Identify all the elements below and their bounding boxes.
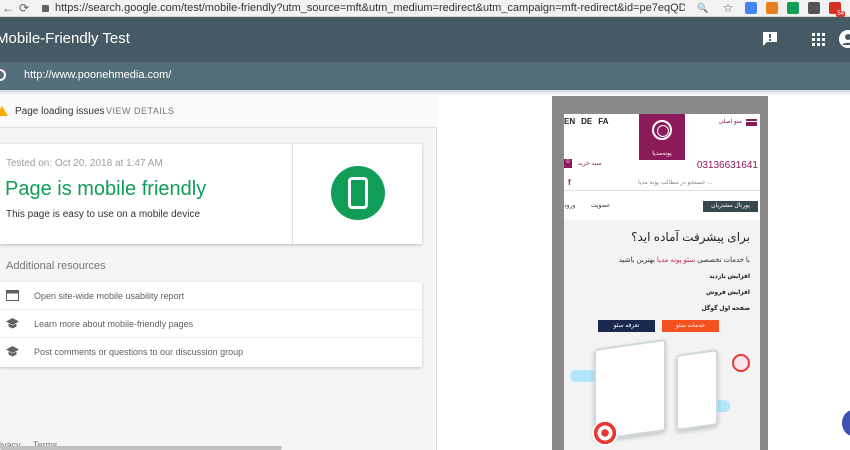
phone-number: 03136631641 (696, 160, 758, 171)
page-loading-issues-row: Page loading issues VIEW DETAILS (0, 96, 437, 128)
logo-text: پونه‌مدیا (652, 151, 672, 157)
additional-resources-title: Additional resources (6, 260, 106, 272)
page-screenshot: EN DE FA منو اصلی پونه‌مدیا 0 سبد خرید 031… (564, 114, 760, 450)
reload-icon[interactable]: ⟳ (16, 1, 32, 15)
facebook-icon: f (568, 178, 571, 187)
issues-label: Page loading issues (15, 106, 105, 117)
school-icon (6, 318, 19, 329)
account-icon[interactable] (838, 29, 850, 49)
tested-url-bar: http://www.poonehmedia.com/ (0, 62, 850, 90)
cart-count: 0 (564, 159, 572, 168)
target-icon (592, 420, 618, 446)
extension-icon[interactable] (766, 2, 778, 14)
report-icon (6, 290, 19, 301)
promo-line: با خدمات تخصصی سئو پونه مدیا بهترین باشی… (619, 256, 750, 264)
page-title: Mobile-Friendly Test (0, 30, 130, 47)
mail-extension-icon[interactable]: 54 (829, 2, 845, 17)
cart-label: سبد خرید (578, 161, 602, 167)
promo-line-post: بهترین باشید (618, 257, 657, 264)
back-arrow-icon[interactable]: ← (0, 1, 16, 15)
result-card: Tested on: Oct 20, 2018 at 1:47 AM Page … (0, 144, 422, 244)
promo-title: برای پیشرفت آماده اید؟ (631, 230, 750, 244)
site-logo: پونه‌مدیا (639, 114, 685, 160)
lang-en[interactable]: EN (564, 117, 575, 126)
seo-services-button: خدمات سئو (662, 320, 719, 332)
resources-list: Open site-wide mobile usability report L… (0, 282, 422, 367)
promo-line-pre: با خدمات تخصصی (695, 257, 750, 264)
promo-line-highlight: سئو پونه مدیا (656, 257, 696, 264)
lock-icon (42, 4, 49, 12)
tested-on-timestamp: Tested on: Oct 20, 2018 at 1:47 AM (6, 158, 163, 169)
login-link: ورود (564, 203, 576, 209)
search-placeholder: جستجو در مطالب پونه مدیا ... (638, 180, 712, 186)
resource-item-learn-more[interactable]: Learn more about mobile-friendly pages (0, 310, 422, 338)
promo-bullet: افزایش فروش (706, 290, 750, 296)
main-menu-label: منو اصلی (718, 119, 742, 125)
phone-illustration (676, 349, 718, 431)
customer-portal-button: پورتال مشتریان (703, 201, 758, 212)
card-divider (292, 144, 293, 244)
promo-bullet: صفحه اول گوگل (701, 306, 750, 312)
site-search: f جستجو در مطالب پونه مدیا ... (564, 174, 760, 191)
globe-icon (0, 69, 6, 81)
zoom-icon[interactable]: 🔍 (695, 3, 711, 14)
school-icon (6, 346, 19, 357)
seo-pricing-button: تعرفه سئو (598, 320, 655, 332)
feedback-icon[interactable] (760, 29, 780, 49)
cloud-illustration (570, 370, 596, 382)
shield-extension-icon[interactable] (787, 2, 799, 14)
resource-item-discussion-group[interactable]: Post comments or questions to our discus… (0, 338, 422, 366)
address-bar[interactable]: https://search.google.com/test/mobile-fr… (55, 2, 685, 14)
view-details-button[interactable]: VIEW DETAILS (106, 106, 174, 116)
hamburger-icon (746, 119, 757, 126)
preview-panel: EN DE FA منو اصلی پونه‌مدیا 0 سبد خرید 031… (437, 96, 850, 450)
resource-label: Post comments or questions to our discus… (34, 347, 244, 357)
resource-label: Learn more about mobile-friendly pages (34, 319, 194, 329)
signup-link: عضویت (591, 203, 611, 209)
horizontal-scrollbar[interactable] (0, 446, 282, 450)
rocket-icon (732, 354, 750, 372)
verdict-heading: Page is mobile friendly (5, 178, 207, 200)
resource-label: Open site-wide mobile usability report (34, 291, 185, 301)
apps-grid-icon[interactable] (808, 29, 828, 49)
warning-icon (0, 106, 8, 116)
translate-extension-icon[interactable] (745, 2, 757, 14)
lang-de[interactable]: DE (581, 117, 592, 126)
phone-icon (348, 177, 368, 209)
verdict-subtitle: This page is easy to use on a mobile dev… (6, 209, 200, 220)
resource-item-usability-report[interactable]: Open site-wide mobile usability report (0, 282, 422, 310)
tested-url[interactable]: http://www.poonehmedia.com/ (24, 69, 171, 81)
phone-frame: EN DE FA منو اصلی پونه‌مدیا 0 سبد خرید 031… (552, 96, 768, 450)
promo-bullet: افزایش بازدید (709, 274, 750, 280)
pocket-extension-icon[interactable] (808, 2, 820, 14)
lang-fa[interactable]: FA (598, 117, 608, 126)
mobile-friendly-icon (331, 166, 385, 220)
logo-emblem (652, 120, 672, 140)
language-switcher: EN DE FA (564, 117, 614, 126)
promo-section: برای پیشرفت آماده اید؟ با خدمات تخصصی سئ… (564, 220, 760, 450)
browser-toolbar: ← ⟳ https://search.google.com/test/mobil… (0, 0, 850, 17)
results-panel: Page loading issues VIEW DETAILS Tested … (0, 96, 437, 450)
app-header: Mobile-Friendly Test (0, 17, 850, 62)
bookmark-star-icon[interactable]: ☆ (720, 1, 736, 15)
